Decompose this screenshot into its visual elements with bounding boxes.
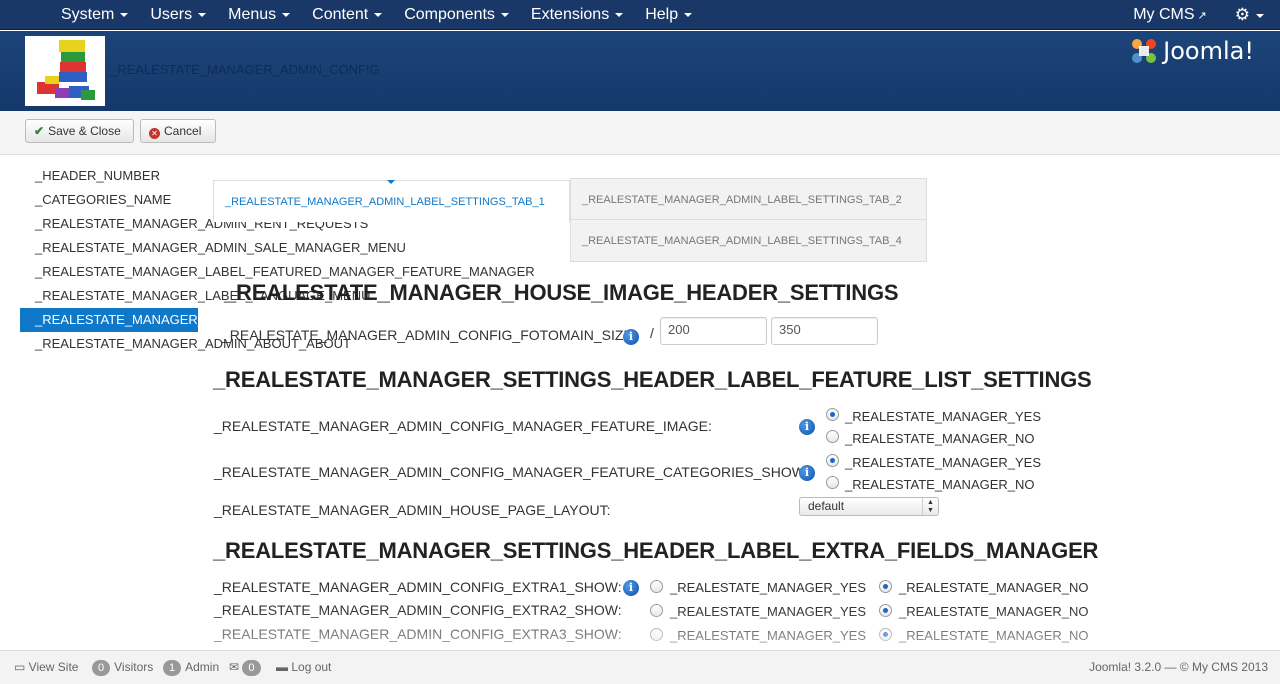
toolbar: ✔ Save & Close ✕ Cancel <box>0 111 1280 155</box>
copyright: Joomla! 3.2.0 — © My CMS 2013 <box>1089 660 1268 674</box>
menu-content[interactable]: Content <box>301 0 393 30</box>
menu-users[interactable]: Users <box>139 0 217 30</box>
top-navbar: System Users Menus Content Components Ex… <box>0 0 1280 30</box>
caret-down-icon <box>615 12 624 17</box>
fotomain-size-label: _REALESTATE_MANAGER_ADMIN_CONFIG_FOTOMAI… <box>222 327 637 343</box>
size-separator: / <box>650 325 654 341</box>
extra3-yes-radio[interactable] <box>650 628 663 641</box>
joomla-brand-text: Joomla! <box>1163 37 1254 65</box>
menu-system[interactable]: System <box>50 0 139 30</box>
status-bar: ▭ View Site 0 Visitors 1 Admin ✉ 0 ▬ Log o… <box>0 650 1280 684</box>
admin-badge: 1 <box>163 660 182 676</box>
house-page-layout-label: _REALESTATE_MANAGER_ADMIN_HOUSE_PAGE_LAY… <box>214 502 611 518</box>
joomla-logo: Joomla! <box>1129 36 1254 66</box>
menu-extensions[interactable]: Extensions <box>520 0 634 30</box>
page-title: _REALESTATE_MANAGER_ADMIN_CONFIG <box>110 62 380 77</box>
section-heading-image: _REALESTATE_MANAGER_HOUSE_IMAGE_HEADER_S… <box>224 280 899 305</box>
envelope-icon: ✉ <box>229 660 243 674</box>
radio-label: _REALESTATE_MANAGER_NO <box>899 580 1089 595</box>
radio-label: _REALESTATE_MANAGER_YES <box>670 604 867 619</box>
visitors-status: 0 Visitors <box>92 660 153 676</box>
joomla-logo-icon <box>1132 39 1157 63</box>
caret-down-icon <box>684 12 693 17</box>
radio-label: _REALESTATE_MANAGER_NO <box>899 604 1089 619</box>
extra3-no-radio[interactable] <box>879 628 892 641</box>
feature-categories-label: _REALESTATE_MANAGER_ADMIN_CONFIG_MANAGER… <box>214 464 809 480</box>
info-icon[interactable]: i <box>623 329 639 345</box>
caret-down-icon <box>500 12 509 17</box>
menu-menus[interactable]: Menus <box>217 0 301 30</box>
extra2-label: _REALESTATE_MANAGER_ADMIN_CONFIG_EXTRA2_… <box>214 602 622 618</box>
radio-label: _REALESTATE_MANAGER_YES <box>670 628 867 643</box>
radio-label: _REALESTATE_MANAGER_YES <box>845 455 1042 470</box>
site-link[interactable]: My CMS ↗ <box>1133 6 1207 24</box>
feature-categories-no-radio[interactable] <box>826 476 839 489</box>
active-tab-arrow-icon <box>387 180 395 184</box>
select-arrows-icon: ▲ ▼ <box>922 498 938 515</box>
caret-down-icon <box>198 12 207 17</box>
extra1-label: _REALESTATE_MANAGER_ADMIN_CONFIG_EXTRA1_… <box>214 579 622 595</box>
messages-badge: 0 <box>242 660 261 676</box>
lego-bricks-icon <box>37 40 95 100</box>
section-heading-feature: _REALESTATE_MANAGER_SETTINGS_HEADER_LABE… <box>213 367 1092 392</box>
caret-down-icon <box>1256 13 1264 18</box>
check-icon: ✔ <box>34 124 45 138</box>
radio-label: _REALESTATE_MANAGER_YES <box>670 580 867 595</box>
caret-down-icon <box>374 12 383 17</box>
sidebar-item-label-settings[interactable]: _REALESTATE_MANAGER_ADMIN_LABEL_SETTINGS <box>20 308 198 332</box>
settings-dropdown[interactable]: ⚙ <box>1235 5 1264 25</box>
topnav-right: My CMS ↗ ⚙ <box>1133 0 1264 30</box>
extra3-label: _REALESTATE_MANAGER_ADMIN_CONFIG_EXTRA3_… <box>214 626 622 642</box>
radio-label: _REALESTATE_MANAGER_NO <box>845 431 1035 446</box>
extra2-no-radio[interactable] <box>879 604 892 617</box>
radio-label: _REALESTATE_MANAGER_NO <box>845 477 1035 492</box>
minus-icon: ▬ <box>276 660 292 674</box>
messages-status[interactable]: ✉ 0 <box>229 660 265 676</box>
gear-icon: ⚙ <box>1234 5 1250 24</box>
main-menu: System Users Menus Content Components Ex… <box>50 0 703 30</box>
monitor-icon: ▭ <box>14 660 29 674</box>
feature-image-label: _REALESTATE_MANAGER_ADMIN_CONFIG_MANAGER… <box>214 418 712 434</box>
radio-label: _REALESTATE_MANAGER_YES <box>845 409 1042 424</box>
save-close-button[interactable]: ✔ Save & Close <box>25 119 134 143</box>
extra1-no-radio[interactable] <box>879 580 892 593</box>
component-logo <box>25 36 105 106</box>
tab-settings-2[interactable]: _REALESTATE_MANAGER_ADMIN_LABEL_SETTINGS… <box>570 178 927 220</box>
logout-link[interactable]: ▬ Log out <box>276 660 331 674</box>
extra2-yes-radio[interactable] <box>650 604 663 617</box>
feature-image-no-radio[interactable] <box>826 430 839 443</box>
info-icon[interactable]: i <box>799 465 815 481</box>
info-icon[interactable]: i <box>799 419 815 435</box>
admin-status: 1 Admin <box>163 660 219 676</box>
external-link-icon: ↗ <box>1197 10 1207 22</box>
menu-help[interactable]: Help <box>634 0 703 30</box>
feature-image-yes-radio[interactable] <box>826 408 839 421</box>
visitors-badge: 0 <box>92 660 111 676</box>
cancel-button[interactable]: ✕ Cancel <box>140 119 216 143</box>
view-site-link[interactable]: ▭ View Site <box>14 660 78 674</box>
cancel-icon: ✕ <box>149 128 160 139</box>
fotomain-width-input[interactable]: 200 <box>660 317 767 345</box>
radio-label: _REALESTATE_MANAGER_NO <box>899 628 1089 643</box>
component-header: _REALESTATE_MANAGER_ADMIN_CONFIG Joomla! <box>0 31 1280 111</box>
info-icon[interactable]: i <box>623 580 639 596</box>
fotomain-height-input[interactable]: 350 <box>771 317 878 345</box>
section-heading-extra: _REALESTATE_MANAGER_SETTINGS_HEADER_LABE… <box>213 538 1099 563</box>
tab-settings-1[interactable]: _REALESTATE_MANAGER_ADMIN_LABEL_SETTINGS… <box>213 180 570 222</box>
caret-down-icon <box>120 12 129 17</box>
tab-settings-4[interactable]: _REALESTATE_MANAGER_ADMIN_LABEL_SETTINGS… <box>570 220 927 262</box>
menu-components[interactable]: Components <box>393 0 520 30</box>
feature-categories-yes-radio[interactable] <box>826 454 839 467</box>
caret-down-icon <box>282 12 291 17</box>
extra1-yes-radio[interactable] <box>650 580 663 593</box>
house-page-layout-select[interactable]: default ▲ ▼ <box>799 497 939 516</box>
sidebar-item-sale-manager[interactable]: _REALESTATE_MANAGER_ADMIN_SALE_MANAGER_M… <box>20 236 540 260</box>
